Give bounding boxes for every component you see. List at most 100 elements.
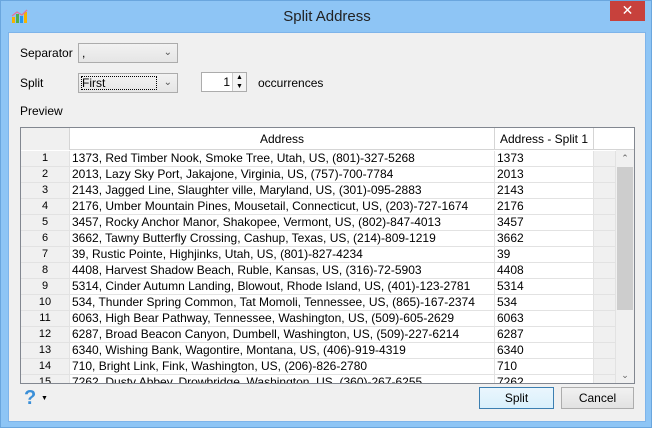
split-address-dialog: Split Address ✕ Separator , ⌄ Split Firs…: [0, 0, 652, 428]
table-row[interactable]: 10 534, Thunder Spring Common, Tat Momoli…: [21, 295, 616, 311]
cancel-button[interactable]: Cancel: [561, 387, 634, 409]
address-cell[interactable]: 6340, Wishing Bank, Wagontire, Montana, …: [70, 343, 495, 359]
filler-cell: [594, 295, 616, 311]
split-cell[interactable]: 2013: [495, 167, 594, 183]
address-cell[interactable]: 39, Rustic Pointe, Highjinks, Utah, US, …: [70, 247, 495, 263]
split-button[interactable]: Split: [479, 387, 554, 409]
row-number[interactable]: 10: [21, 295, 70, 311]
row-number[interactable]: 11: [21, 311, 70, 327]
table-row[interactable]: 9 5314, Cinder Autumn Landing, Blowout, R…: [21, 279, 616, 295]
table-row[interactable]: 5 3457, Rocky Anchor Manor, Shakopee, Ver…: [21, 215, 616, 231]
help-dropdown-icon[interactable]: ▼: [41, 395, 48, 402]
table-row[interactable]: 13 6340, Wishing Bank, Wagontire, Montana…: [21, 343, 616, 359]
address-cell[interactable]: 3457, Rocky Anchor Manor, Shakopee, Verm…: [70, 215, 495, 231]
split-cell[interactable]: 3662: [495, 231, 594, 247]
split-cell[interactable]: 6063: [495, 311, 594, 327]
occurrences-label: occurrences: [258, 76, 324, 90]
row-number[interactable]: 7: [21, 247, 70, 263]
row-number[interactable]: 15: [21, 375, 70, 383]
header-address[interactable]: Address: [70, 128, 495, 150]
split-dropdown[interactable]: First ⌄: [78, 73, 178, 93]
chevron-down-icon: ⌄: [163, 47, 172, 58]
split-cell[interactable]: 2143: [495, 183, 594, 199]
address-cell[interactable]: 2143, Jagged Line, Slaughter ville, Mary…: [70, 183, 495, 199]
split-cell[interactable]: 39: [495, 247, 594, 263]
separator-label: Separator: [20, 46, 73, 60]
address-cell[interactable]: 3662, Tawny Butterfly Crossing, Cashup, …: [70, 231, 495, 247]
table-row[interactable]: 8 4408, Harvest Shadow Beach, Ruble, Kans…: [21, 263, 616, 279]
window-title: Split Address: [283, 8, 371, 25]
table-row[interactable]: 15 7262, Dusty Abbey, Drowbridge, Washing…: [21, 375, 616, 383]
address-cell[interactable]: 4408, Harvest Shadow Beach, Ruble, Kansa…: [70, 263, 495, 279]
split-cell[interactable]: 710: [495, 359, 594, 375]
header-split-1[interactable]: Address - Split 1: [495, 128, 594, 150]
filler-cell: [594, 231, 616, 247]
spin-up-icon[interactable]: ▲: [233, 73, 246, 82]
filler-cell: [594, 327, 616, 343]
separator-dropdown[interactable]: , ⌄: [78, 43, 178, 63]
split-cell[interactable]: 6287: [495, 327, 594, 343]
scrollbar-thumb[interactable]: [617, 167, 633, 310]
table-row[interactable]: 6 3662, Tawny Butterfly Crossing, Cashup,…: [21, 231, 616, 247]
row-number[interactable]: 12: [21, 327, 70, 343]
row-number[interactable]: 1: [21, 151, 70, 167]
split-cell[interactable]: 4408: [495, 263, 594, 279]
row-number[interactable]: 6: [21, 231, 70, 247]
row-number[interactable]: 14: [21, 359, 70, 375]
help-icon[interactable]: ?: [24, 387, 36, 410]
spin-down-icon[interactable]: ▼: [233, 82, 246, 91]
address-cell[interactable]: 534, Thunder Spring Common, Tat Momoli, …: [70, 295, 495, 311]
table-row[interactable]: 4 2176, Umber Mountain Pines, Mousetail, …: [21, 199, 616, 215]
split-cell[interactable]: 7262: [495, 375, 594, 383]
close-button[interactable]: ✕: [610, 1, 645, 21]
table-row[interactable]: 1 1373, Red Timber Nook, Smoke Tree, Utah…: [21, 151, 616, 167]
table-row[interactable]: 11 6063, High Bear Pathway, Tennessee, Wa…: [21, 311, 616, 327]
table-row[interactable]: 2 2013, Lazy Sky Port, Jakajone, Virginia…: [21, 167, 616, 183]
table-row[interactable]: 12 6287, Broad Beacon Canyon, Dumbell, Wa…: [21, 327, 616, 343]
preview-table: Address Address - Split 1 1 1373, Red Tim…: [20, 127, 635, 384]
filler-cell: [594, 375, 616, 383]
row-number[interactable]: 9: [21, 279, 70, 295]
filler-cell: [594, 151, 616, 167]
dialog-body: Separator , ⌄ Split First ⌄ 1 ▲ ▼ occurre…: [8, 32, 646, 422]
split-cell[interactable]: 5314: [495, 279, 594, 295]
row-number[interactable]: 8: [21, 263, 70, 279]
table-row[interactable]: 7 39, Rustic Pointe, Highjinks, Utah, US,…: [21, 247, 616, 263]
filler-cell: [594, 311, 616, 327]
filler-cell: [594, 279, 616, 295]
address-cell[interactable]: 1373, Red Timber Nook, Smoke Tree, Utah,…: [70, 151, 495, 167]
row-number[interactable]: 13: [21, 343, 70, 359]
filler-cell: [594, 359, 616, 375]
occurrences-spinner[interactable]: 1 ▲ ▼: [201, 72, 247, 92]
split-cell[interactable]: 6340: [495, 343, 594, 359]
address-cell[interactable]: 2013, Lazy Sky Port, Jakajone, Virginia,…: [70, 167, 495, 183]
split-cell[interactable]: 534: [495, 295, 594, 311]
address-cell[interactable]: 710, Bright Link, Fink, Washington, US, …: [70, 359, 495, 375]
address-cell[interactable]: 2176, Umber Mountain Pines, Mousetail, C…: [70, 199, 495, 215]
scroll-up-icon[interactable]: ⌃: [616, 150, 634, 166]
row-number[interactable]: 3: [21, 183, 70, 199]
address-cell[interactable]: 6063, High Bear Pathway, Tennessee, Wash…: [70, 311, 495, 327]
vertical-scrollbar[interactable]: ⌃ ⌄: [616, 150, 634, 383]
filler-cell: [594, 215, 616, 231]
row-number[interactable]: 2: [21, 167, 70, 183]
row-number[interactable]: 5: [21, 215, 70, 231]
table-row[interactable]: 3 2143, Jagged Line, Slaughter ville, Mar…: [21, 183, 616, 199]
filler-cell: [594, 167, 616, 183]
chevron-down-icon: ⌄: [163, 77, 172, 88]
split-cell[interactable]: 1373: [495, 151, 594, 167]
address-cell[interactable]: 5314, Cinder Autumn Landing, Blowout, Rh…: [70, 279, 495, 295]
occurrences-value: 1: [223, 75, 230, 89]
preview-label: Preview: [20, 104, 63, 118]
scroll-down-icon[interactable]: ⌄: [616, 367, 634, 383]
address-cell[interactable]: 6287, Broad Beacon Canyon, Dumbell, Wash…: [70, 327, 495, 343]
row-number[interactable]: 4: [21, 199, 70, 215]
table-row[interactable]: 14 710, Bright Link, Fink, Washington, US…: [21, 359, 616, 375]
filler-cell: [594, 183, 616, 199]
split-label: Split: [20, 76, 44, 90]
split-cell[interactable]: 3457: [495, 215, 594, 231]
split-value: First: [82, 76, 106, 90]
filler-cell: [594, 343, 616, 359]
split-cell[interactable]: 2176: [495, 199, 594, 215]
address-cell[interactable]: 7262, Dusty Abbey, Drowbridge, Washingto…: [70, 375, 495, 383]
